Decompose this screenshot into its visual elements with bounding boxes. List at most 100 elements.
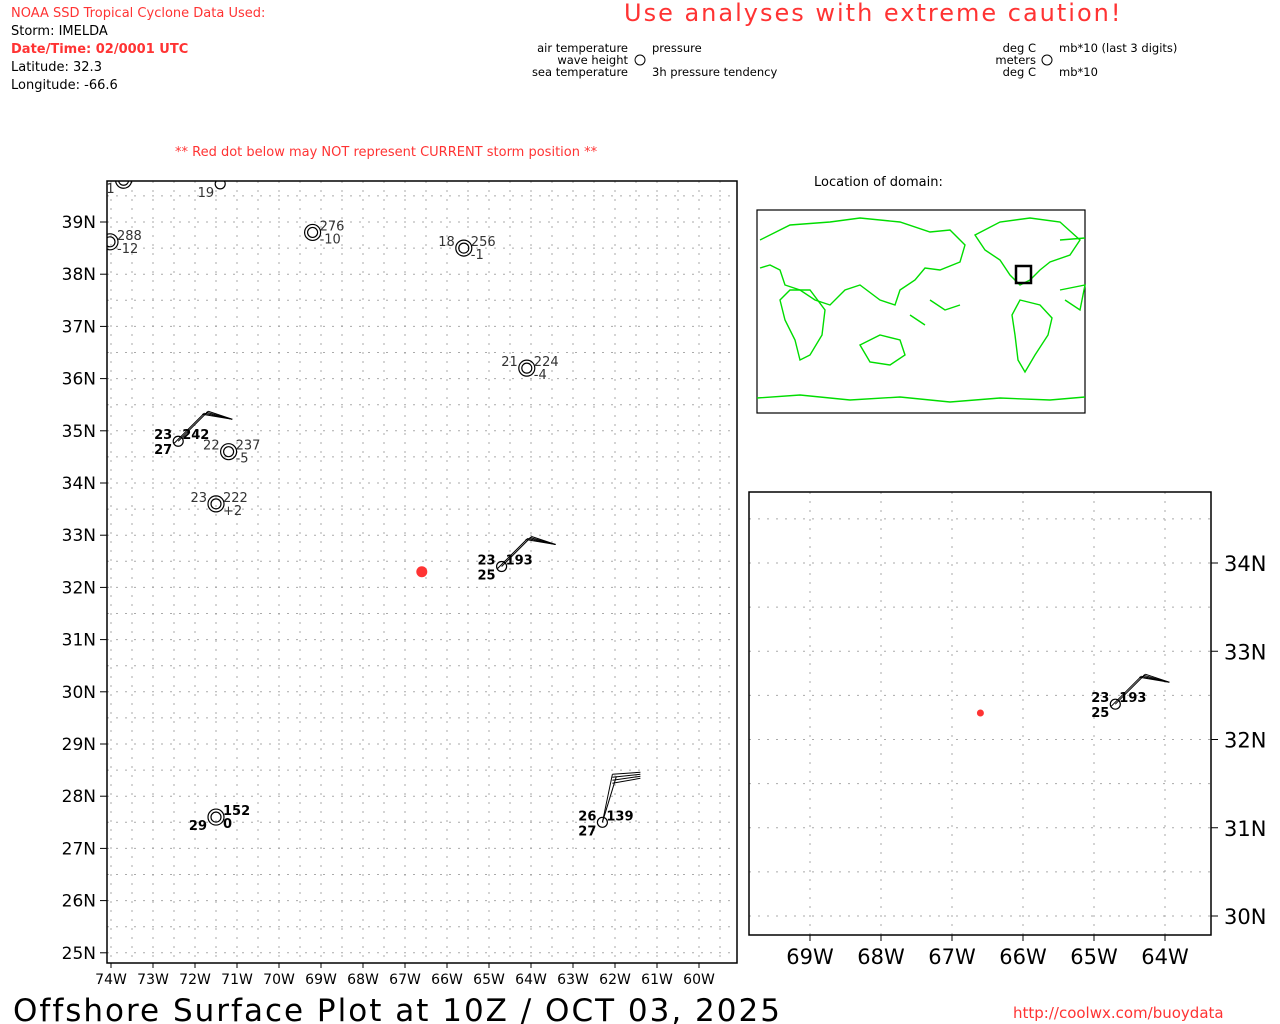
station-sea-temp: 27 [578,824,596,839]
station-marker: 23 193 25 [478,536,556,584]
source-url-text[interactable]: http://coolwx.com/buoydata [1013,1004,1224,1022]
lon-tick-label: 70W [263,972,295,988]
storm-longitude: Longitude: -66.6 [11,78,118,93]
legend-pressure: pressure [652,41,702,55]
station-marker: 23 193 25 [1091,673,1170,721]
inset-map-ticks: 34N 33N 32N 31N 30N 69W 68W 67W 66W 65W 64W [786,552,1266,969]
storm-latitude: Latitude: 32.3 [11,60,102,75]
lon-tick-label: 74W [95,972,127,988]
inset-lon-tick-label: 67W [928,945,976,969]
station-marker: 21 224-4 [501,355,558,383]
lat-tick-label: 27N [62,839,96,859]
station-sea-temp: 25 [1091,706,1109,721]
inset-lat-tick-label: 34N [1224,552,1266,576]
storm-position-dot [416,566,428,578]
lat-tick-label: 37N [62,317,96,337]
lon-tick-label: 73W [137,972,169,988]
inset-lat-tick-label: 30N [1224,905,1266,929]
station-circle-icon [210,498,222,510]
lon-tick-label: 72W [179,972,211,988]
main-map-stations: 1 19288-12276-10 18 256-121 224-423 24227 22 23… [107,181,641,839]
station-marker: 15229 0 [189,804,250,834]
station-pressure: 193 [506,554,533,569]
legend-tendency: 3h pressure tendency [652,65,777,79]
lon-tick-label: 60W [683,972,715,988]
lon-tick-label: 68W [347,972,379,988]
lat-tick-label: 31N [62,631,96,651]
lon-tick-label: 71W [221,972,253,988]
station-air-temp: 22 [203,439,220,454]
lat-tick-label: 35N [62,422,96,442]
station-air-temp: 23 [478,554,496,569]
station-circle-icon [307,226,319,239]
station-air-temp: 18 [438,235,455,250]
storm-datetime: Date/Time: 02/0001 UTC [11,42,188,57]
caution-banner: Use analyses with extreme caution! [624,0,1122,27]
lat-tick-label: 28N [62,787,96,807]
lat-tick-label: 34N [62,474,96,494]
world-locator-map [756,209,1086,414]
inset-lon-tick-label: 68W [857,945,905,969]
station-circle-icon [118,181,130,186]
station-tendency: +2 [223,504,242,519]
station-tendency: -5 [236,452,249,467]
legend-sea-temp: sea temperature [532,65,628,79]
storm-name: Storm: IMELDA [11,24,108,39]
lat-tick-label: 36N [62,370,96,390]
station-tendency: 0 [223,817,232,832]
inset-lon-tick-label: 64W [1141,945,1189,969]
station-tendency: -12 [117,242,138,257]
station-marker: 288-12 [107,229,142,257]
lat-tick-label: 32N [62,578,96,598]
station-sea-temp: 19 [198,186,215,201]
lat-tick-label: 33N [62,526,96,546]
lon-tick-label: 67W [389,972,421,988]
station-marker: 26 139 27 [578,771,641,839]
inset-lon-tick-label: 65W [1070,945,1118,969]
main-map-ticks: 39N 38N 37N 36N 35N 34N 33N 32N 31N 30N 29N 28N 27N 2… [62,213,715,988]
station-marker: 23 222+2 [190,491,247,519]
station-sea-temp: 29 [189,819,207,834]
station-air-temp: 23 [154,428,172,443]
legend-unit-circle-icon [1041,54,1053,66]
station-marker: 19 [198,181,226,201]
red-dot-note: ** Red dot below may NOT represent CURRE… [175,145,598,160]
lat-tick-label: 30N [62,683,96,703]
lon-tick-label: 66W [431,972,463,988]
wind-barb-feather [612,777,641,784]
station-legend: air temperature pressure wave height sea… [532,41,1177,79]
station-marker: 18 256-1 [438,235,495,263]
station-marker: 276-10 [304,219,344,247]
location-title: Location of domain: [814,175,943,190]
station-pressure: 139 [606,809,633,824]
legend-unit-pressure: mb*10 (last 3 digits) [1059,41,1177,55]
station-outer-circle-icon [304,223,322,242]
inset-lat-tick-label: 33N [1224,640,1266,664]
inset-map-stations: 23 193 25 [976,673,1170,721]
lon-tick-label: 61W [641,972,673,988]
plot-canvas: NOAA SSD Tropical Cyclone Data Used: Sto… [11,0,1266,1024]
lon-tick-label: 62W [599,972,631,988]
station-circle-icon [521,362,533,374]
station-air-temp: 26 [578,809,596,824]
wind-barb-feather [612,771,641,775]
inset-storm-dot [976,709,984,717]
inset-lat-tick-label: 31N [1224,817,1266,841]
station-circle-icon [223,446,235,458]
station-air-temp: 23 [190,491,207,506]
lon-tick-label: 65W [473,972,505,988]
lon-tick-label: 69W [305,972,337,988]
legend-unit-sea: deg C [1003,65,1036,79]
station-tendency: -1 [471,248,484,263]
station-pressure: 193 [1119,691,1146,706]
station-marker: 22 237-5 [203,439,260,467]
legend-station-circle-icon [634,54,646,66]
station-marker: 1 [107,181,133,197]
station-outer-circle-icon [115,181,133,189]
data-source-label: NOAA SSD Tropical Cyclone Data Used: [11,6,265,21]
lat-tick-label: 39N [62,213,96,233]
inset-lon-tick-label: 69W [786,945,834,969]
station-air-temp: 21 [501,355,518,370]
source-link[interactable]: http://coolwx.com/buoydata [1013,1004,1224,1022]
lat-tick-label: 29N [62,735,96,755]
